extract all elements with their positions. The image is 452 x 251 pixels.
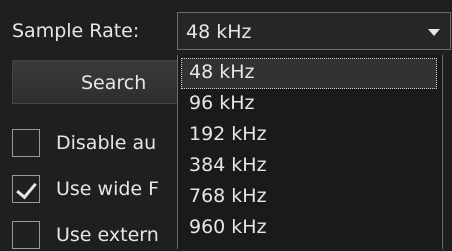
option-384khz[interactable]: 384 kHz	[181, 151, 437, 182]
checkmark-icon	[16, 177, 37, 200]
search-button[interactable]: Search	[12, 60, 182, 104]
sample-rate-value: 48 kHz	[186, 21, 252, 43]
search-button-label: Search	[81, 72, 147, 94]
wide-checkbox[interactable]	[12, 175, 40, 203]
option-768khz[interactable]: 768 kHz	[181, 182, 437, 213]
disable-checkbox-label: Disable au	[56, 132, 157, 154]
wide-checkbox-label: Use wide F	[56, 178, 160, 200]
disable-checkbox[interactable]	[12, 129, 40, 157]
option-48khz[interactable]: 48 kHz	[181, 58, 437, 89]
chevron-down-icon[interactable]	[428, 29, 440, 36]
option-960khz[interactable]: 960 kHz	[181, 213, 437, 244]
sample-rate-select[interactable]: 48 kHz	[177, 12, 451, 50]
sample-rate-dropdown-list: 48 kHz 96 kHz 192 kHz 384 kHz 768 kHz 96…	[177, 55, 443, 249]
external-checkbox-label: Use extern	[56, 224, 159, 246]
sample-rate-label: Sample Rate:	[12, 20, 140, 42]
external-checkbox[interactable]	[12, 221, 40, 249]
option-96khz[interactable]: 96 kHz	[181, 89, 437, 120]
option-192khz[interactable]: 192 kHz	[181, 120, 437, 151]
